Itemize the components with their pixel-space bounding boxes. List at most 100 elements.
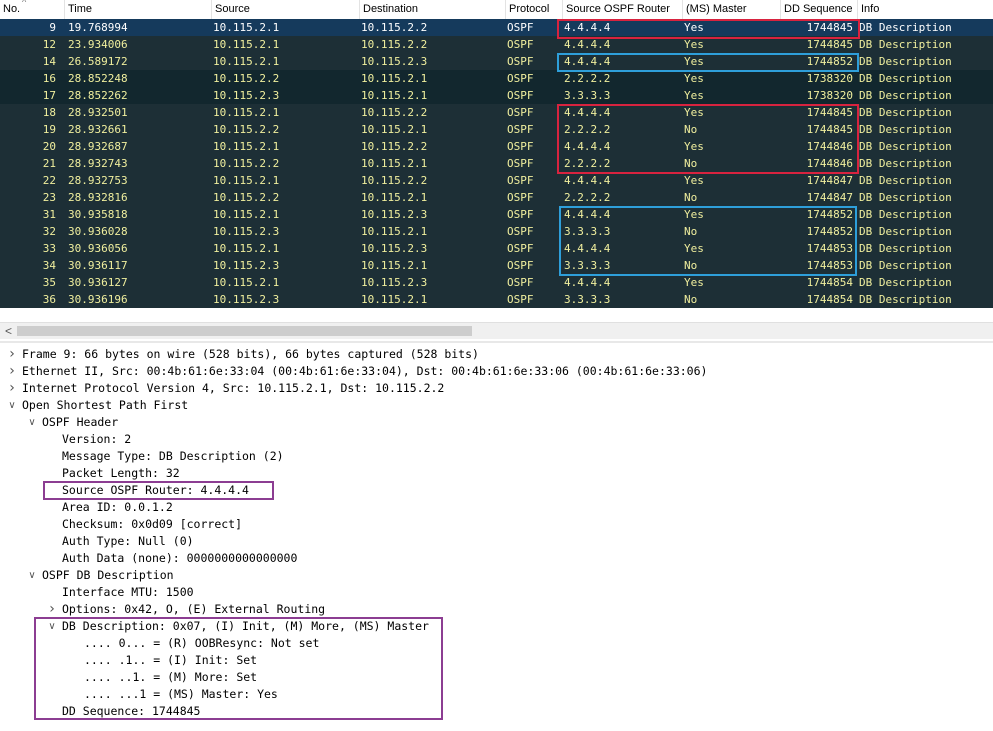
- detail-line[interactable]: Source OSPF Router: 4.4.4.4: [62, 482, 249, 499]
- cell-dst: 10.115.2.1: [361, 293, 428, 306]
- packet-row[interactable]: 33 30.936056 10.115.2.1 10.115.2.3 OSPF 4.4.4…: [0, 240, 993, 257]
- cell-dst: 10.115.2.1: [361, 259, 428, 272]
- cell-master: Yes: [684, 55, 704, 68]
- cell-router: 4.4.4.4: [564, 276, 611, 289]
- horizontal-scrollbar[interactable]: <: [0, 322, 993, 339]
- detail-line[interactable]: Auth Type: Null (0): [62, 533, 194, 550]
- cell-router: 4.4.4.4: [564, 21, 611, 34]
- scroll-left-icon[interactable]: <: [5, 323, 12, 339]
- cell-dst: 10.115.2.1: [361, 72, 428, 85]
- packet-row[interactable]: 20 28.932687 10.115.2.1 10.115.2.2 OSPF 4.4.4…: [0, 138, 993, 155]
- detail-line[interactable]: OSPF DB Description: [42, 567, 174, 584]
- cell-no: 16: [42, 72, 56, 85]
- detail-line[interactable]: .... ...1 = (MS) Master: Yes: [84, 686, 278, 703]
- detail-line[interactable]: Version: 2: [62, 431, 131, 448]
- packet-row[interactable]: 36 30.936196 10.115.2.3 10.115.2.1 OSPF 3.3.3…: [0, 291, 993, 308]
- cell-router: 4.4.4.4: [564, 208, 611, 221]
- detail-line[interactable]: Frame 9: 66 bytes on wire (528 bits), 66…: [22, 346, 479, 363]
- cell-router: 2.2.2.2: [564, 123, 611, 136]
- packet-row[interactable]: 32 30.936028 10.115.2.3 10.115.2.1 OSPF 3.3.3…: [0, 223, 993, 240]
- cell-dst: 10.115.2.2: [361, 174, 428, 187]
- scrollbar-thumb[interactable]: [17, 326, 472, 336]
- chevron-down-icon[interactable]: ∨: [26, 414, 38, 431]
- detail-line[interactable]: .... .1.. = (I) Init: Set: [84, 652, 257, 669]
- packet-row[interactable]: 12 23.934006 10.115.2.1 10.115.2.2 OSPF 4.4.4…: [0, 36, 993, 53]
- cell-proto: OSPF: [507, 174, 534, 187]
- detail-line[interactable]: Area ID: 0.0.1.2: [62, 499, 173, 516]
- detail-line[interactable]: Packet Length: 32: [62, 465, 180, 482]
- packet-row[interactable]: 14 26.589172 10.115.2.1 10.115.2.3 OSPF 4.4.4…: [0, 53, 993, 70]
- packet-row[interactable]: 21 28.932743 10.115.2.2 10.115.2.1 OSPF 2.2.2…: [0, 155, 993, 172]
- cell-no: 9: [49, 21, 56, 34]
- packet-list[interactable]: 9 19.768994 10.115.2.1 10.115.2.2 OSPF 4.4.4.…: [0, 19, 993, 309]
- cell-no: 12: [42, 38, 56, 51]
- packet-row[interactable]: 31 30.935818 10.115.2.1 10.115.2.3 OSPF 4.4.4…: [0, 206, 993, 223]
- packet-row[interactable]: 34 30.936117 10.115.2.3 10.115.2.1 OSPF 3.3.3…: [0, 257, 993, 274]
- cell-router: 3.3.3.3: [564, 259, 611, 272]
- cell-time: 28.852262: [68, 89, 128, 102]
- packet-row[interactable]: 9 19.768994 10.115.2.1 10.115.2.2 OSPF 4.4.4.…: [0, 19, 993, 36]
- cell-seq: 1744853: [806, 259, 853, 272]
- cell-proto: OSPF: [507, 140, 534, 153]
- chevron-right-icon[interactable]: ›: [6, 346, 18, 363]
- detail-line[interactable]: DB Description: 0x07, (I) Init, (M) More…: [62, 618, 429, 635]
- cell-dst: 10.115.2.1: [361, 123, 428, 136]
- cell-proto: OSPF: [507, 157, 534, 170]
- detail-line[interactable]: Open Shortest Path First: [22, 397, 188, 414]
- chevron-down-icon[interactable]: ∨: [6, 397, 18, 414]
- chevron-down-icon[interactable]: ∨: [46, 618, 58, 635]
- cell-info: DB Description: [859, 157, 952, 170]
- cell-src: 10.115.2.1: [213, 21, 280, 34]
- cell-master: Yes: [684, 38, 704, 51]
- cell-proto: OSPF: [507, 208, 534, 221]
- detail-line[interactable]: Ethernet II, Src: 00:4b:61:6e:33:04 (00:…: [22, 363, 707, 380]
- detail-line[interactable]: .... 0... = (R) OOBResync: Not set: [84, 635, 319, 652]
- detail-line[interactable]: Options: 0x42, O, (E) External Routing: [62, 601, 325, 618]
- cell-info: DB Description: [859, 276, 952, 289]
- detail-line[interactable]: Internet Protocol Version 4, Src: 10.115…: [22, 380, 444, 397]
- chevron-down-icon[interactable]: ∨: [26, 567, 38, 584]
- cell-master: Yes: [684, 106, 704, 119]
- cell-no: 19: [42, 123, 56, 136]
- chevron-right-icon[interactable]: ›: [6, 380, 18, 397]
- chevron-right-icon[interactable]: ›: [46, 601, 58, 618]
- column-header-dst[interactable]: Destination: [359, 0, 503, 19]
- packet-row[interactable]: 23 28.932816 10.115.2.2 10.115.2.1 OSPF 2.2.2…: [0, 189, 993, 206]
- cell-info: DB Description: [859, 21, 952, 34]
- cell-master: No: [684, 293, 698, 306]
- packet-row[interactable]: 16 28.852248 10.115.2.2 10.115.2.1 OSPF 2.2.2…: [0, 70, 993, 87]
- cell-seq: 1744846: [806, 157, 853, 170]
- cell-proto: OSPF: [507, 21, 534, 34]
- detail-line[interactable]: Message Type: DB Description (2): [62, 448, 284, 465]
- chevron-right-icon[interactable]: ›: [6, 363, 18, 380]
- column-header-master[interactable]: (MS) Master: [682, 0, 778, 19]
- column-header-seq[interactable]: DD Sequence: [780, 0, 856, 19]
- column-header-router[interactable]: Source OSPF Router: [562, 0, 680, 19]
- cell-master: Yes: [684, 242, 704, 255]
- detail-line[interactable]: Checksum: 0x0d09 [correct]: [62, 516, 242, 533]
- cell-info: DB Description: [859, 140, 952, 153]
- cell-dst: 10.115.2.1: [361, 89, 428, 102]
- packet-row[interactable]: 19 28.932661 10.115.2.2 10.115.2.1 OSPF 2.2.2…: [0, 121, 993, 138]
- cell-time: 28.932743: [68, 157, 128, 170]
- column-header-time[interactable]: Time: [64, 0, 209, 19]
- cell-dst: 10.115.2.3: [361, 242, 428, 255]
- cell-no: 18: [42, 106, 56, 119]
- detail-line[interactable]: Interface MTU: 1500: [62, 584, 194, 601]
- detail-line[interactable]: OSPF Header: [42, 414, 118, 431]
- column-header-no[interactable]: No.: [0, 0, 62, 19]
- cell-time: 28.932816: [68, 191, 128, 204]
- cell-time: 30.936127: [68, 276, 128, 289]
- packet-row[interactable]: 22 28.932753 10.115.2.1 10.115.2.2 OSPF 4.4.4…: [0, 172, 993, 189]
- packet-row[interactable]: 35 30.936127 10.115.2.1 10.115.2.3 OSPF 4.4.4…: [0, 274, 993, 291]
- detail-line[interactable]: Auth Data (none): 0000000000000000: [62, 550, 297, 567]
- detail-line[interactable]: DD Sequence: 1744845: [62, 703, 200, 720]
- cell-time: 19.768994: [68, 21, 128, 34]
- detail-line[interactable]: .... ..1. = (M) More: Set: [84, 669, 257, 686]
- column-header-src[interactable]: Source: [211, 0, 357, 19]
- pane-splitter[interactable]: [0, 341, 993, 343]
- column-header-info[interactable]: Info: [857, 0, 993, 19]
- packet-row[interactable]: 17 28.852262 10.115.2.3 10.115.2.1 OSPF 3.3.3…: [0, 87, 993, 104]
- packet-row[interactable]: 18 28.932501 10.115.2.1 10.115.2.2 OSPF 4.4.4…: [0, 104, 993, 121]
- column-header-proto[interactable]: Protocol: [505, 0, 560, 19]
